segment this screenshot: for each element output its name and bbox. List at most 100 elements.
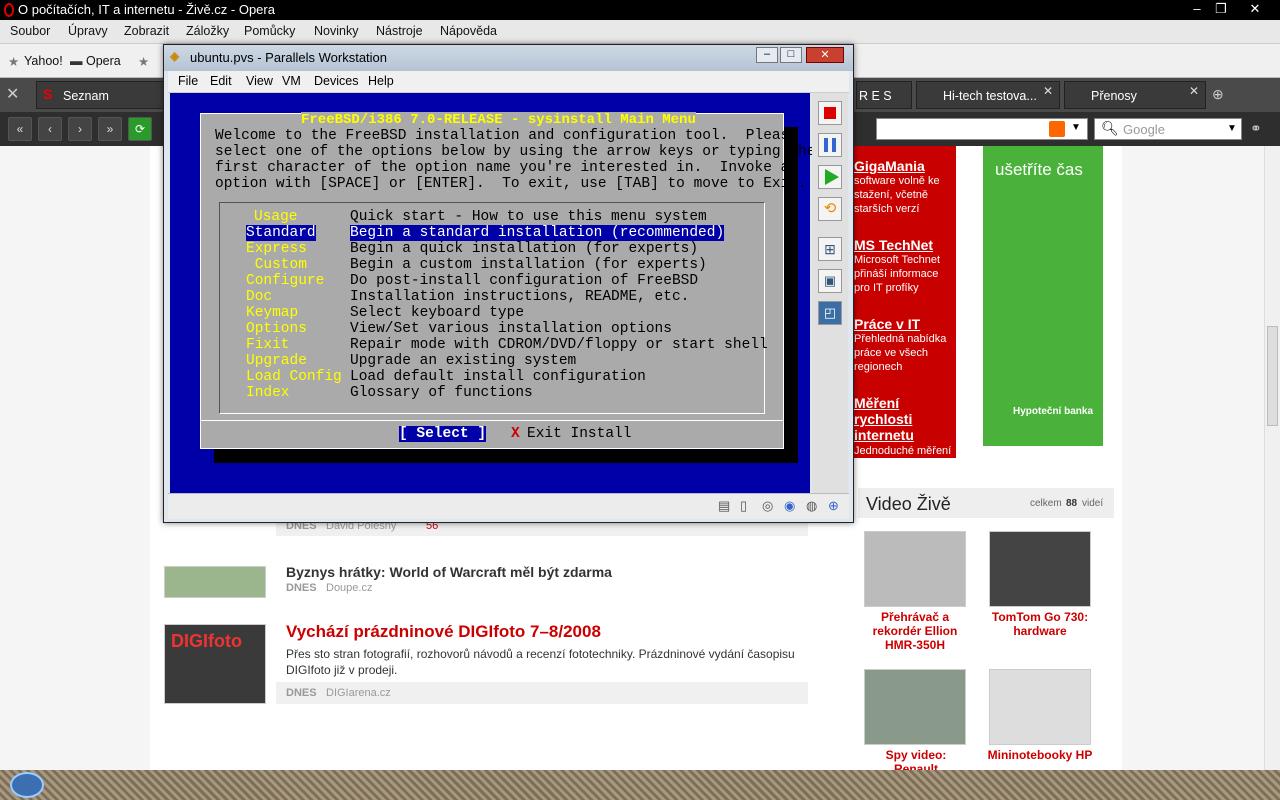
menu-item-fixit[interactable]: Fixit [246,337,290,353]
article-author[interactable]: DIGIarena.cz [326,687,391,699]
scrollbar-thumb[interactable] [1267,326,1278,426]
tab-prenosy[interactable]: Přenosy ✕ [1064,81,1206,109]
article-thumb[interactable] [164,566,266,598]
menu-nastroje[interactable]: Nástroje [376,24,423,38]
exit-install-button[interactable]: Exit Install [527,426,631,442]
tab-res[interactable]: R E S [856,81,912,109]
start-button-icon[interactable] [10,772,44,798]
stop-icon[interactable] [818,101,842,125]
menu-item-upgrade[interactable]: Upgrade [246,353,307,369]
tools-icon[interactable]: ✕ [6,84,19,104]
fast-forward-icon[interactable]: » [98,117,122,141]
digifoto-logo: DIGIfoto [171,631,242,651]
sound-icon[interactable]: ◍ [806,498,817,514]
minimize-button[interactable]: – [756,47,778,63]
gigamania-link[interactable]: GigaMania [854,158,925,174]
mereni-link[interactable]: Měření rychlosti internetu [854,395,944,443]
menu-item-doc[interactable]: Doc [246,289,272,305]
reload-icon[interactable]: ⟳ [128,117,152,141]
bookmark-yahoo[interactable]: Yahoo! [24,54,63,68]
window-mode-icon[interactable]: ◰ [818,301,842,325]
play-icon[interactable] [818,165,842,189]
menu-item-standard[interactable]: Standard [246,225,316,241]
select-button[interactable]: [ Select ] [399,426,487,442]
close-tab-icon[interactable]: ✕ [1043,84,1053,98]
address-field[interactable]: ▼ [876,118,1088,140]
menu-item-keymap[interactable]: Keymap [246,305,298,321]
ad-headline: ušetříte čas [995,160,1083,179]
article-thumb[interactable]: DIGIfoto [164,624,266,704]
exit-hotkey: X [511,426,520,442]
menu-zobrazit[interactable]: Zobrazit [124,24,169,38]
menu-list: Usage Quick start - How to use this menu… [219,202,768,414]
fullscreen-icon[interactable]: ⊞ [818,237,842,261]
menu-upravy[interactable]: Úpravy [68,24,108,38]
maximize-button[interactable]: ❐ [1210,0,1232,18]
article-title[interactable]: Byznys hrátky: World of Warcraft měl být… [286,564,612,580]
menu-novinky[interactable]: Novinky [314,24,358,38]
video-thumb[interactable] [864,531,966,607]
forward-icon[interactable]: › [68,117,92,141]
menu-view[interactable]: View [246,74,273,88]
menu-item-index[interactable]: Index [246,385,290,401]
network-icon[interactable]: ◉ [784,498,795,514]
menu-file[interactable]: File [178,74,198,88]
star-icon: ★ [138,55,150,69]
video-thumb[interactable] [864,669,966,745]
ad-banner[interactable]: ušetříte čas Hypoteční banka [983,146,1103,446]
vm-screen[interactable]: FreeBSD/i386 7.0-RELEASE - sysinstall Ma… [170,93,815,493]
menu-zalozky[interactable]: Záložky [186,24,229,38]
menu-napoveda[interactable]: Nápověda [440,24,497,38]
reset-icon[interactable]: ⟲ [818,197,842,221]
chevron-down-icon[interactable]: ▼ [1071,122,1081,133]
bookmark-opera[interactable]: Opera [86,54,121,68]
menu-item-load-config[interactable]: Load Config [246,369,342,385]
video-thumb[interactable] [989,669,1091,745]
minimize-button[interactable]: – [1186,0,1208,18]
menu-help[interactable]: Help [368,74,394,88]
menu-edit[interactable]: Edit [210,74,232,88]
glasses-icon[interactable]: ⚭ [1250,120,1262,137]
cdrom-icon[interactable]: ◎ [762,498,773,514]
close-button[interactable]: ✕ [806,47,844,63]
search-input[interactable]: 🔍︎ Google ▼ [1094,118,1242,140]
sysinstall-dialog: FreeBSD/i386 7.0-RELEASE - sysinstall Ma… [200,112,815,449]
menu-item-custom[interactable]: Custom [246,257,307,273]
floppy-icon[interactable]: ▤ [718,498,730,514]
usb-icon[interactable]: ⊕ [828,498,839,514]
menu-devices[interactable]: Devices [314,74,358,88]
video-thumb[interactable] [989,531,1091,607]
tab-seznam[interactable]: S Seznam [36,81,166,109]
tab-label: Přenosy [1091,89,1137,103]
back-icon[interactable]: ‹ [38,117,62,141]
scrollbar[interactable] [1264,146,1280,770]
new-tab-icon[interactable]: ⊕ [1212,86,1224,103]
menu-item-usage[interactable]: Usage [254,209,298,225]
article-title[interactable]: Vychází prázdninové DIGIfoto 7–8/2008 [286,622,601,642]
menu-item-express[interactable]: Express [246,241,307,257]
video-link[interactable]: TomTom Go 730: hardware [986,610,1094,638]
maximize-button[interactable]: □ [780,47,802,63]
menu-item-configure[interactable]: Configure [246,273,324,289]
screenshot-icon[interactable]: ▣ [818,269,842,293]
menu-pomucky[interactable]: Pomůcky [244,24,295,38]
article-author[interactable]: Doupe.cz [326,582,372,594]
rss-icon[interactable] [1049,121,1065,137]
menu-item-desc: Begin a quick installation (for experts) [350,241,699,257]
menu-item-options[interactable]: Options [246,321,307,337]
prace-link[interactable]: Práce v IT [854,316,920,332]
video-link[interactable]: Přehrávač a rekordér Ellion HMR-350H [862,610,968,652]
chevron-down-icon[interactable]: ▼ [1227,123,1237,134]
video-link[interactable]: Mininotebooky HP [986,748,1094,762]
pause-icon[interactable] [818,133,842,157]
window-title: O počítačích, IT a internetu - Živě.cz -… [18,2,275,17]
technet-link[interactable]: MS TechNet [854,237,933,253]
menu-soubor[interactable]: Soubor [10,24,50,38]
rewind-icon[interactable]: « [8,117,32,141]
menu-vm[interactable]: VM [282,74,301,88]
hdd-icon[interactable]: ▯ [740,498,747,514]
close-tab-icon[interactable]: ✕ [1189,84,1199,98]
parallels-window: ◈ ubuntu.pvs - Parallels Workstation – □… [163,44,854,523]
tab-hitech[interactable]: Hi-tech testova... ✕ [916,81,1060,109]
close-button[interactable]: ✕ [1244,0,1266,18]
